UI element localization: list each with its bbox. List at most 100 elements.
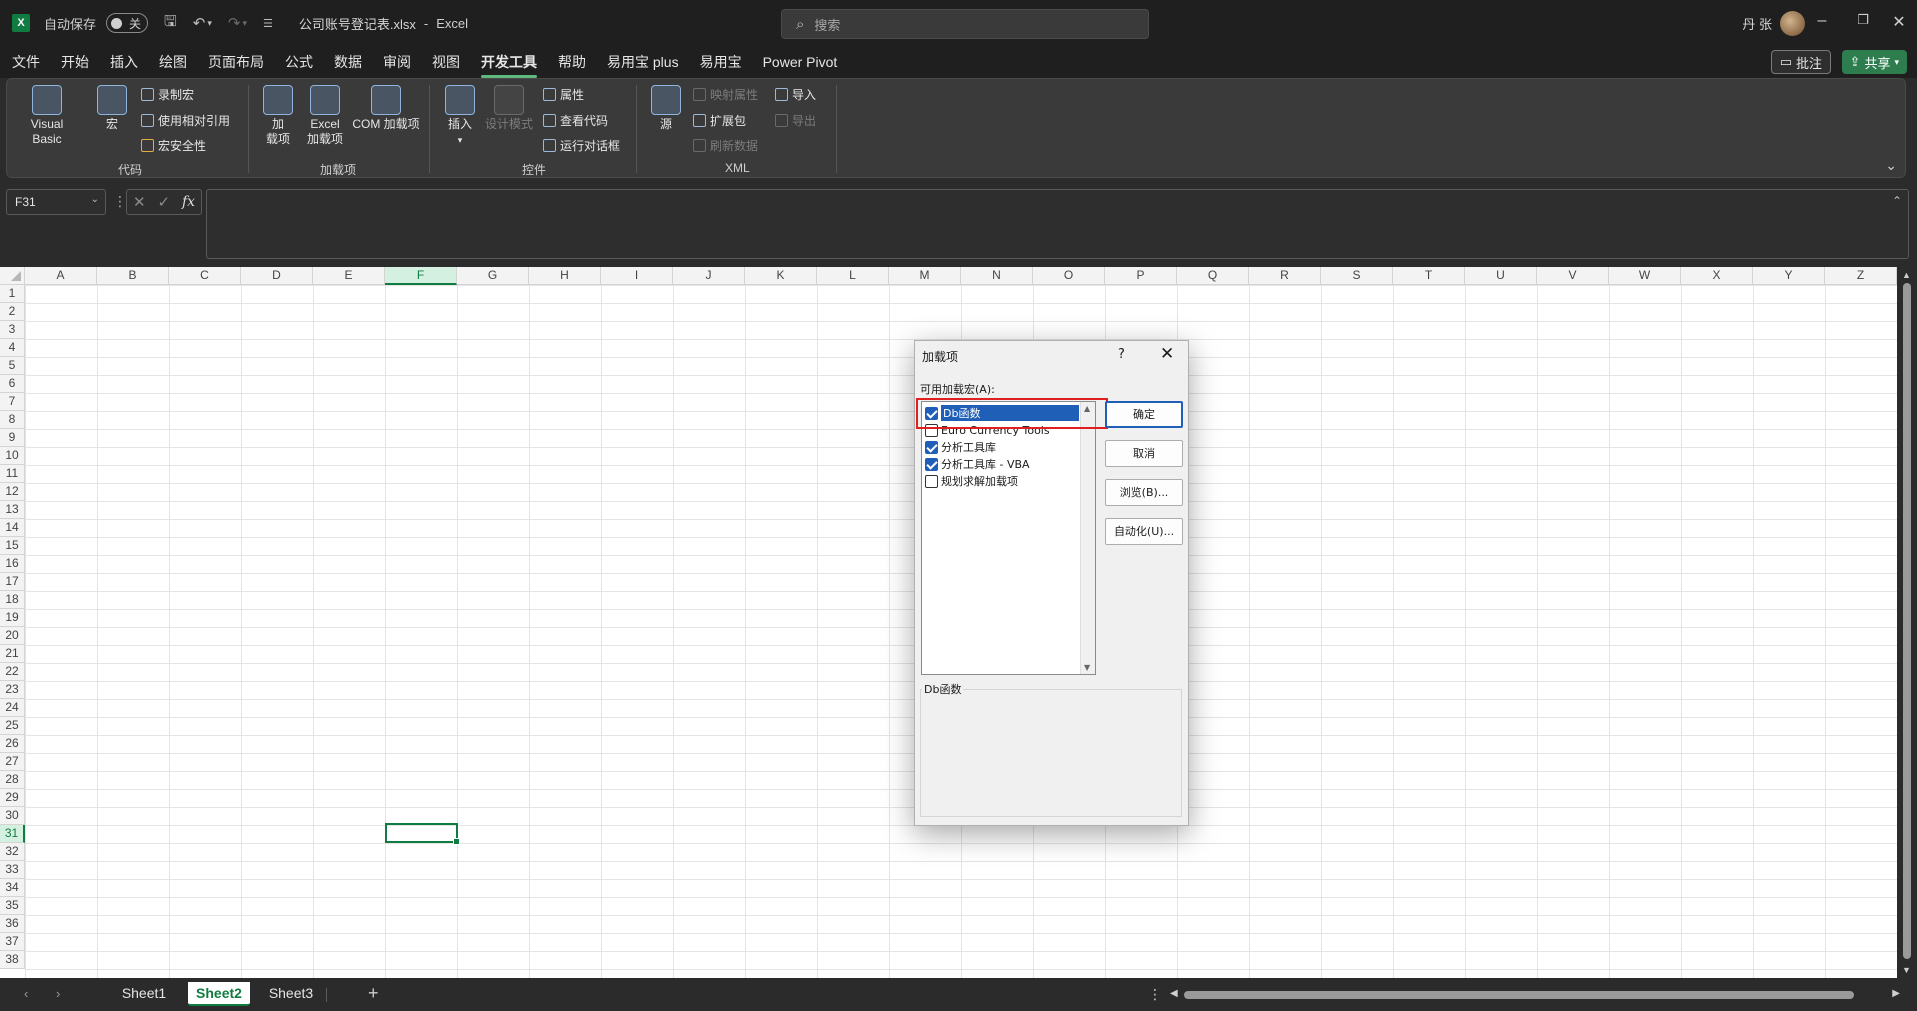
automation-button[interactable]: 自动化(U)... bbox=[1105, 518, 1183, 545]
row-header[interactable]: 20 bbox=[0, 627, 25, 645]
row-header[interactable]: 2 bbox=[0, 303, 25, 321]
row-header[interactable]: 28 bbox=[0, 771, 25, 789]
scroll-down-icon[interactable]: ▼ bbox=[1902, 965, 1911, 975]
close-window-icon[interactable]: ✕ bbox=[1889, 12, 1909, 32]
more-options-icon[interactable]: ⋮ bbox=[1148, 986, 1162, 1003]
column-header[interactable]: D bbox=[241, 267, 313, 285]
prev-sheet-icon[interactable]: ‹ bbox=[24, 986, 28, 1001]
row-header[interactable]: 35 bbox=[0, 897, 25, 915]
tab-draw[interactable]: 绘图 bbox=[159, 52, 187, 72]
ok-button[interactable]: 确定 bbox=[1105, 401, 1183, 428]
row-header[interactable]: 30 bbox=[0, 807, 25, 825]
tab-insert[interactable]: 插入 bbox=[110, 52, 138, 72]
run-dialog-button[interactable]: 运行对话框 bbox=[543, 137, 620, 154]
customize-toolbar-icon[interactable]: ☰ bbox=[263, 17, 273, 30]
column-header[interactable]: H bbox=[529, 267, 601, 285]
column-header[interactable]: U bbox=[1465, 267, 1537, 285]
scroll-up-icon[interactable]: ▲ bbox=[1902, 270, 1911, 280]
list-scrollbar[interactable]: ▲ ▼ bbox=[1080, 402, 1095, 674]
expansion-packs-button[interactable]: 扩展包 bbox=[693, 112, 746, 129]
tab-formulas[interactable]: 公式 bbox=[285, 52, 313, 72]
name-box[interactable]: F31 ⌄ bbox=[6, 189, 106, 215]
row-header[interactable]: 13 bbox=[0, 501, 25, 519]
row-header[interactable]: 1 bbox=[0, 285, 25, 303]
row-header[interactable]: 12 bbox=[0, 483, 25, 501]
tab-help[interactable]: 帮助 bbox=[558, 52, 586, 72]
tab-file[interactable]: 文件 bbox=[12, 52, 40, 72]
tab-review[interactable]: 审阅 bbox=[383, 52, 411, 72]
row-header[interactable]: 4 bbox=[0, 339, 25, 357]
horizontal-scrollbar[interactable]: ◀ ▶ bbox=[1170, 988, 1900, 1000]
design-mode-button[interactable]: 设计模式 bbox=[483, 85, 535, 132]
tab-power-pivot[interactable]: Power Pivot bbox=[763, 54, 838, 70]
row-header[interactable]: 9 bbox=[0, 429, 25, 447]
scroll-right-icon[interactable]: ▶ bbox=[1892, 988, 1900, 999]
column-header[interactable]: K bbox=[745, 267, 817, 285]
insert-control-button[interactable]: 插入 ▾ bbox=[443, 85, 477, 148]
export-button[interactable]: 导出 bbox=[775, 112, 816, 129]
addin-item-solver[interactable]: 规划求解加载项 bbox=[925, 473, 1018, 489]
row-header[interactable]: 32 bbox=[0, 843, 25, 861]
column-header[interactable]: X bbox=[1681, 267, 1753, 285]
column-header[interactable]: N bbox=[961, 267, 1033, 285]
column-header[interactable]: Z bbox=[1825, 267, 1897, 285]
row-header[interactable]: 37 bbox=[0, 933, 25, 951]
macro-security-button[interactable]: 宏安全性 bbox=[141, 137, 206, 154]
column-header[interactable]: G bbox=[457, 267, 529, 285]
undo-dropdown-icon[interactable]: ▾ bbox=[207, 18, 212, 29]
add-sheet-icon[interactable]: + bbox=[368, 983, 379, 1004]
row-header[interactable]: 14 bbox=[0, 519, 25, 537]
row-header[interactable]: 34 bbox=[0, 879, 25, 897]
horizontal-scroll-thumb[interactable] bbox=[1184, 991, 1854, 999]
record-macro-button[interactable]: 录制宏 bbox=[141, 86, 194, 103]
map-properties-button[interactable]: 映射属性 bbox=[693, 86, 758, 103]
relative-reference-button[interactable]: 使用相对引用 bbox=[141, 112, 230, 129]
column-header[interactable]: F bbox=[385, 267, 457, 285]
tab-easy[interactable]: 易用宝 bbox=[700, 52, 742, 72]
column-header[interactable]: M bbox=[889, 267, 961, 285]
collapse-ribbon-icon[interactable]: ⌄ bbox=[1885, 157, 1897, 174]
xml-source-button[interactable]: 源 bbox=[651, 85, 681, 132]
insert-function-icon[interactable]: fx bbox=[182, 194, 195, 210]
macros-button[interactable]: 宏 bbox=[97, 85, 127, 132]
enter-icon[interactable]: ✓ bbox=[157, 193, 170, 211]
redo-dropdown-icon[interactable]: ▾ bbox=[242, 18, 247, 29]
row-header[interactable]: 23 bbox=[0, 681, 25, 699]
addin-item-analysis[interactable]: 分析工具库 bbox=[925, 439, 996, 455]
minimize-icon[interactable]: – bbox=[1812, 12, 1832, 30]
addins-list[interactable]: Db函数 Euro Currency Tools 分析工具库 分析工具库 - V… bbox=[916, 398, 1108, 675]
row-header[interactable]: 15 bbox=[0, 537, 25, 555]
cancel-icon[interactable]: ✕ bbox=[133, 193, 146, 211]
tab-view[interactable]: 视图 bbox=[432, 52, 460, 72]
row-header[interactable]: 8 bbox=[0, 411, 25, 429]
column-header[interactable]: P bbox=[1105, 267, 1177, 285]
user-name[interactable]: 丹 张 bbox=[1742, 14, 1772, 33]
excel-addins-button[interactable]: Excel 加载项 bbox=[305, 85, 345, 147]
row-header[interactable]: 3 bbox=[0, 321, 25, 339]
row-header[interactable]: 11 bbox=[0, 465, 25, 483]
column-header[interactable]: R bbox=[1249, 267, 1321, 285]
tab-developer[interactable]: 开发工具 bbox=[481, 52, 537, 78]
search-box[interactable]: ⌕ 搜索 bbox=[781, 9, 1149, 39]
row-header[interactable]: 10 bbox=[0, 447, 25, 465]
row-header[interactable]: 24 bbox=[0, 699, 25, 717]
chevron-down-icon[interactable]: ⌄ bbox=[91, 194, 99, 205]
addins-button[interactable]: 加 载项 bbox=[263, 85, 293, 147]
properties-button[interactable]: 属性 bbox=[543, 86, 584, 103]
row-header[interactable]: 29 bbox=[0, 789, 25, 807]
tab-home[interactable]: 开始 bbox=[61, 52, 89, 72]
row-header[interactable]: 27 bbox=[0, 753, 25, 771]
next-sheet-icon[interactable]: › bbox=[56, 986, 60, 1001]
row-header[interactable]: 5 bbox=[0, 357, 25, 375]
tab-easy-plus[interactable]: 易用宝 plus bbox=[607, 52, 679, 72]
row-header[interactable]: 7 bbox=[0, 393, 25, 411]
column-header[interactable]: E bbox=[313, 267, 385, 285]
view-code-button[interactable]: 查看代码 bbox=[543, 112, 608, 129]
formula-input[interactable]: ⌃ bbox=[206, 189, 1909, 259]
collapse-formula-bar-icon[interactable]: ⌃ bbox=[1892, 194, 1902, 208]
row-header[interactable]: 36 bbox=[0, 915, 25, 933]
row-header[interactable]: 31 bbox=[0, 825, 25, 843]
comments-button[interactable]: ▭ 批注 bbox=[1770, 50, 1831, 74]
column-header[interactable]: Q bbox=[1177, 267, 1249, 285]
avatar[interactable] bbox=[1780, 11, 1805, 36]
